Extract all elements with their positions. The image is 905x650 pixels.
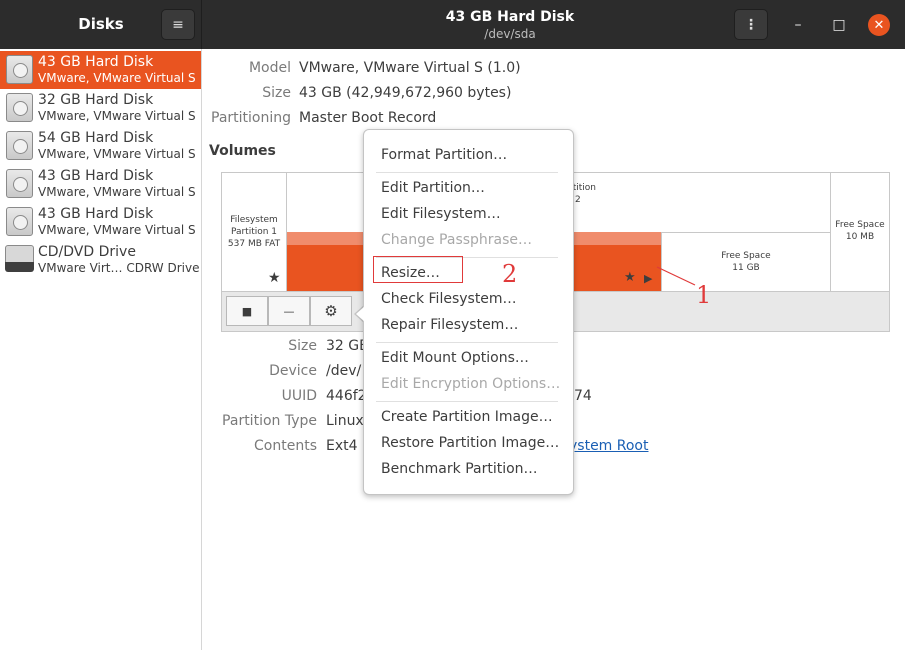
disk-options-button[interactable]: ⋮: [734, 9, 768, 40]
disk-list-item[interactable]: 43 GB Hard Disk VMware, VMware Virtual S: [0, 165, 201, 203]
maximize-button[interactable]: □: [828, 14, 850, 36]
hard-disk-icon: [6, 93, 33, 122]
segment-label: 537 MB FAT: [227, 239, 281, 249]
mount-point-link[interactable]: ystem Root: [569, 438, 649, 454]
disk-name: 32 GB Hard Disk: [38, 92, 154, 108]
menu-item-edit-partition[interactable]: Edit Partition…: [381, 180, 485, 196]
menu-item-check-filesystem[interactable]: Check Filesystem…: [381, 291, 517, 307]
uuid-value-tail: 74: [574, 388, 592, 404]
annotation-pointer-line: [656, 266, 696, 286]
segment-label: 10 MB: [845, 232, 875, 242]
disk-name: 43 GB Hard Disk: [38, 206, 154, 222]
segment-label: Filesystem: [230, 215, 278, 225]
partition-options-button[interactable]: ⚙: [310, 296, 352, 326]
contents-label: Contents: [254, 438, 317, 454]
hard-disk-icon: [6, 207, 33, 236]
header-bar: Disks ≡ 43 GB Hard Disk /dev/sda ⋮ – □ ✕: [0, 0, 905, 49]
menu-separator: [376, 401, 558, 402]
minimize-icon: –: [794, 17, 802, 33]
minimize-button[interactable]: –: [787, 14, 809, 36]
delete-partition-button[interactable]: —: [268, 296, 310, 326]
window-title: 43 GB Hard Disk: [445, 9, 575, 25]
partition-context-menu: Format Partition… Edit Partition… Edit F…: [363, 129, 574, 495]
optical-drive-icon: [5, 245, 34, 273]
hard-disk-icon: [6, 131, 33, 160]
star-icon: ★: [624, 270, 636, 285]
disk-list-item[interactable]: CD/DVD Drive VMware Virt… CDRW Drive: [0, 241, 201, 279]
window-subtitle: /dev/sda: [484, 27, 536, 41]
partition-type-value: Linux: [326, 413, 364, 429]
disk-list-sidebar: 43 GB Hard Disk VMware, VMware Virtual S…: [0, 49, 202, 650]
volumes-heading: Volumes: [209, 143, 276, 159]
menu-item-edit-filesystem[interactable]: Edit Filesystem…: [381, 206, 501, 222]
disk-description: VMware, VMware Virtual S: [38, 147, 196, 161]
menu-item-benchmark-partition[interactable]: Benchmark Partition…: [381, 461, 538, 477]
disk-description: VMware Virt… CDRW Drive: [38, 261, 200, 275]
star-icon: ★: [268, 270, 281, 286]
size-value: 43 GB (42,949,672,960 bytes): [299, 85, 512, 101]
stop-icon: ■: [241, 304, 253, 318]
disk-description: VMware, VMware Virtual S: [38, 185, 196, 199]
menu-pointer-inner: [356, 306, 365, 322]
uuid-value: 446f2: [326, 388, 367, 404]
device-label: Device: [269, 363, 317, 379]
uuid-label: UUID: [281, 388, 317, 404]
gears-icon: ⚙: [324, 302, 338, 320]
minus-icon: —: [283, 304, 295, 318]
hamburger-icon: ≡: [172, 16, 184, 33]
menu-item-restore-partition-image[interactable]: Restore Partition Image…: [381, 435, 559, 451]
menu-separator: [376, 342, 558, 343]
kebab-menu-icon: ⋮: [744, 16, 758, 33]
size-label: Size: [262, 85, 291, 101]
disk-description: VMware, VMware Virtual S: [38, 109, 196, 123]
disk-name: 43 GB Hard Disk: [38, 54, 154, 70]
disk-description: VMware, VMware Virtual S: [38, 223, 196, 237]
partition-size-label: Size: [288, 338, 317, 354]
segment-label: Free Space: [721, 251, 771, 261]
segment-label: 2: [575, 195, 581, 205]
disk-description: VMware, VMware Virtual S: [38, 71, 196, 85]
unmount-button[interactable]: ■: [226, 296, 268, 326]
disk-list-item[interactable]: 43 GB Hard Disk VMware, VMware Virtual S: [0, 203, 201, 241]
menu-item-edit-encryption-options: Edit Encryption Options…: [381, 376, 561, 392]
disk-list-item[interactable]: 32 GB Hard Disk VMware, VMware Virtual S: [0, 89, 201, 127]
play-icon: ▶: [644, 272, 653, 285]
segment-label: Partition 1: [230, 227, 278, 237]
device-value: /dev/: [326, 363, 362, 379]
disk-name: 54 GB Hard Disk: [38, 130, 154, 146]
maximize-icon: □: [832, 17, 846, 33]
model-label: Model: [248, 60, 291, 76]
menu-item-repair-filesystem[interactable]: Repair Filesystem…: [381, 317, 518, 333]
free-space-10mb-segment[interactable]: Free Space 10 MB: [830, 173, 889, 291]
model-value: VMware, VMware Virtual S (1.0): [299, 60, 521, 76]
hard-disk-icon: [6, 55, 33, 84]
menu-item-format-partition[interactable]: Format Partition…: [381, 147, 507, 163]
menu-item-change-passphrase: Change Passphrase…: [381, 232, 533, 248]
partitioning-label: Partitioning: [211, 110, 291, 126]
menu-item-create-partition-image[interactable]: Create Partition Image…: [381, 409, 553, 425]
partitioning-value: Master Boot Record: [299, 110, 437, 126]
contents-value: Ext4 (: [326, 438, 368, 454]
disk-list-item[interactable]: 54 GB Hard Disk VMware, VMware Virtual S: [0, 127, 201, 165]
menu-separator: [376, 172, 558, 173]
menu-item-edit-mount-options[interactable]: Edit Mount Options…: [381, 350, 529, 366]
segment-label: Free Space: [835, 220, 885, 230]
partition-type-label: Partition Type: [222, 413, 317, 429]
sidebar-header: Disks ≡: [0, 0, 202, 49]
close-button[interactable]: ✕: [868, 14, 890, 36]
annotation-highlight-box: [373, 256, 463, 283]
partition-1-segment[interactable]: Filesystem Partition 1 537 MB FAT ★: [222, 173, 287, 291]
close-icon: ✕: [873, 17, 885, 33]
hard-disk-icon: [6, 169, 33, 198]
disk-name: 43 GB Hard Disk: [38, 168, 154, 184]
hamburger-menu-button[interactable]: ≡: [161, 9, 195, 40]
disk-list-item[interactable]: 43 GB Hard Disk VMware, VMware Virtual S: [0, 51, 201, 89]
annotation-number-2: 2: [502, 260, 518, 288]
disk-name: CD/DVD Drive: [38, 244, 136, 260]
